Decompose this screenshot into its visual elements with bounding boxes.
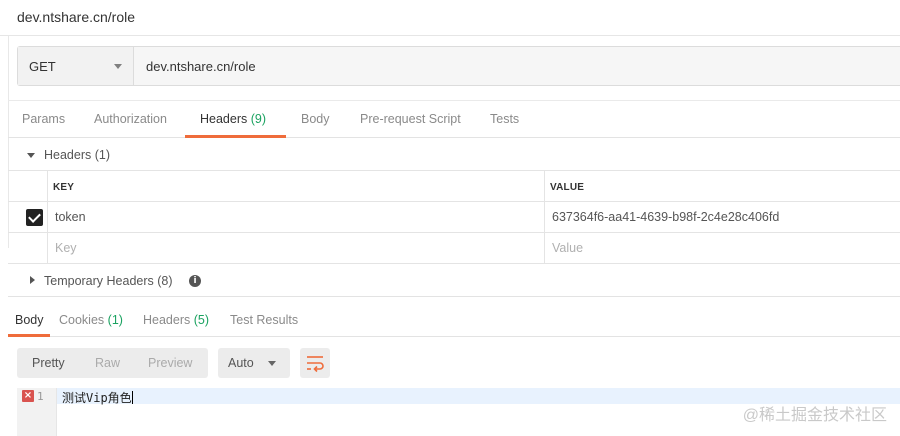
tab-label: Test Results bbox=[230, 313, 299, 327]
chevron-down-icon[interactable] bbox=[27, 153, 35, 158]
line-number: 1 bbox=[37, 390, 44, 403]
headers-table: KEY VALUE token 637364f6-aa41-4639-b98f-… bbox=[8, 170, 900, 264]
tab-label: Pre-request Script bbox=[360, 112, 461, 126]
tab-count: (5) bbox=[193, 313, 210, 327]
tab-response-body[interactable]: Body bbox=[15, 313, 44, 327]
column-divider bbox=[544, 170, 545, 264]
tab-label: Headers bbox=[143, 313, 191, 327]
method-label: GET bbox=[29, 59, 56, 74]
tab-label: Cookies bbox=[59, 313, 105, 327]
headers-section-toggle[interactable]: Headers (1) bbox=[44, 148, 110, 162]
preview-button[interactable]: Preview bbox=[148, 356, 192, 370]
wrap-lines-button[interactable] bbox=[300, 348, 330, 378]
table-header-row: KEY VALUE bbox=[8, 170, 900, 202]
active-tab-indicator bbox=[185, 135, 286, 138]
header-key-cell[interactable]: token bbox=[55, 210, 86, 224]
method-select[interactable]: GET bbox=[18, 47, 134, 85]
new-value-input[interactable]: Value bbox=[552, 241, 583, 255]
request-title-bar: dev.ntshare.cn/role bbox=[0, 0, 900, 36]
tab-count: (1) bbox=[107, 313, 123, 327]
url-input[interactable] bbox=[135, 47, 900, 85]
response-text-content: 测试Vip角色 bbox=[62, 391, 132, 405]
tab-label: Tests bbox=[490, 112, 520, 126]
active-tab-indicator bbox=[8, 334, 50, 337]
tab-authorization[interactable]: Authorization bbox=[94, 112, 167, 126]
column-divider bbox=[47, 170, 48, 264]
response-text: 测试Vip角色 bbox=[62, 389, 133, 406]
raw-button[interactable]: Raw bbox=[95, 356, 120, 370]
view-mode-group: Pretty Raw Preview bbox=[17, 348, 208, 378]
tab-label: Body bbox=[15, 313, 44, 327]
new-key-input[interactable]: Key bbox=[55, 241, 77, 255]
temporary-headers-toggle[interactable]: Temporary Headers (8) bbox=[44, 274, 173, 288]
tab-label: Params bbox=[22, 112, 66, 126]
format-select-label: Auto bbox=[228, 356, 254, 370]
error-icon: × bbox=[22, 390, 34, 402]
table-row: token 637364f6-aa41-4639-b98f-2c4e28c406… bbox=[8, 201, 900, 233]
pretty-button[interactable]: Pretty bbox=[32, 356, 65, 370]
column-header-key: KEY bbox=[53, 182, 75, 193]
format-select[interactable]: Auto bbox=[218, 348, 290, 378]
caret-right-icon[interactable] bbox=[30, 276, 35, 284]
tab-headers[interactable]: Headers (9) bbox=[200, 112, 266, 126]
tab-label: Body bbox=[301, 112, 330, 126]
tab-count: (9) bbox=[250, 112, 267, 126]
tab-pre-request-script[interactable]: Pre-request Script bbox=[360, 112, 461, 126]
header-value-cell[interactable]: 637364f6-aa41-4639-b98f-2c4e28c406fd bbox=[552, 210, 779, 224]
tab-label: Headers bbox=[200, 112, 248, 126]
table-row-new: Key Value bbox=[8, 232, 900, 264]
checkbox-checked-icon[interactable] bbox=[26, 209, 43, 226]
tab-test-results[interactable]: Test Results bbox=[230, 313, 298, 327]
request-title: dev.ntshare.cn/role bbox=[17, 9, 136, 25]
wrap-lines-icon bbox=[307, 356, 324, 373]
tab-body[interactable]: Body bbox=[301, 112, 330, 126]
info-icon[interactable]: i bbox=[189, 275, 201, 287]
chevron-down-icon bbox=[114, 64, 122, 69]
tab-cookies[interactable]: Cookies (1) bbox=[59, 313, 123, 327]
tab-response-headers[interactable]: Headers (5) bbox=[143, 313, 209, 327]
tab-label: Authorization bbox=[94, 112, 167, 126]
chevron-down-icon bbox=[268, 361, 276, 366]
tab-params[interactable]: Params bbox=[22, 112, 65, 126]
column-header-value: VALUE bbox=[550, 182, 585, 193]
text-cursor bbox=[131, 391, 133, 404]
url-bar: GET bbox=[17, 46, 900, 86]
tab-tests[interactable]: Tests bbox=[490, 112, 519, 126]
watermark: @稀土掘金技术社区 bbox=[742, 407, 887, 424]
request-tabs: Params Authorization Headers (9) Body Pr… bbox=[8, 100, 900, 138]
response-tabs: Body Cookies (1) Headers (5) Test Result… bbox=[8, 296, 900, 337]
